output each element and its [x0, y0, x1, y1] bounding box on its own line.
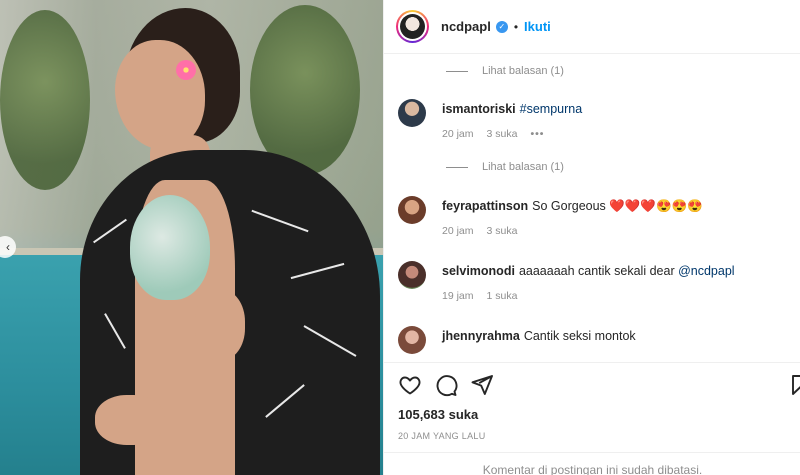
likes-count[interactable]: 105,683 suka — [398, 407, 478, 422]
comment-likes[interactable]: 1 suka — [487, 290, 518, 302]
follow-button[interactable]: Ikuti — [524, 19, 551, 34]
comment-text: jhennyrahma Cantik seksi montok — [442, 328, 636, 344]
heart-icon[interactable] — [398, 373, 422, 397]
comment-icon[interactable] — [434, 373, 458, 397]
post-username[interactable]: ncdpapl — [441, 19, 491, 34]
comment-meta: 19 jam 1 suka — [442, 290, 530, 302]
view-replies-button[interactable]: Lihat balasan (1) — [446, 161, 564, 173]
bookmark-icon[interactable] — [789, 373, 800, 397]
comment-username[interactable]: selvimonodi — [442, 264, 515, 278]
comment-body: aaaaaaah cantik sekali dear — [518, 264, 679, 278]
plant-left — [0, 10, 90, 190]
comment-meta: 20 jam 3 suka — [442, 225, 530, 237]
comment-meta: 20 jam 3 suka ••• — [442, 128, 557, 140]
comment-time: 20 jam — [442, 225, 474, 237]
comment-username[interactable]: feyrapattinson — [442, 199, 528, 213]
post-sidebar: ncdpapl ✓ • Ikuti Lihat balasan (1) isma… — [383, 0, 800, 475]
comment-time: 19 jam — [442, 290, 474, 302]
bikini-top — [130, 195, 210, 300]
replies-line — [446, 166, 468, 168]
avatar[interactable] — [398, 261, 426, 289]
comment-text: selvimonodi aaaaaaah cantik sekali dear @… — [442, 263, 735, 279]
share-icon[interactable] — [470, 373, 494, 397]
plant-right — [250, 5, 360, 175]
chevron-left-icon: ‹ — [6, 240, 10, 254]
arm — [195, 290, 245, 360]
view-replies-label: Lihat balasan (1) — [482, 65, 564, 77]
comment-likes[interactable]: 3 suka — [487, 128, 518, 140]
action-bar — [384, 362, 800, 404]
hashtag-link[interactable]: #sempurna — [520, 102, 583, 116]
verified-icon: ✓ — [495, 20, 508, 33]
avatar[interactable] — [398, 326, 426, 354]
replies-line — [446, 70, 468, 72]
comment-username[interactable]: jhennyrahma — [442, 329, 520, 343]
comments-closed-notice: Komentar di postingan ini sudah dibatasi… — [384, 452, 800, 475]
comments-list[interactable]: Lihat balasan (1) ismantoriski #sempurna … — [384, 55, 800, 360]
separator-dot: • — [513, 19, 519, 34]
flower — [176, 60, 196, 80]
comment-text: feyrapattinson So Gorgeous ❤️❤️❤️😍😍😍 — [442, 198, 703, 214]
view-replies-button[interactable]: Lihat balasan (1) — [446, 65, 564, 77]
comment-body: So Gorgeous ❤️❤️❤️😍😍😍 — [532, 199, 703, 213]
more-options-icon[interactable]: ••• — [530, 128, 544, 140]
avatar[interactable] — [396, 10, 429, 43]
post-photo[interactable]: ‹ — [0, 0, 383, 475]
post-timestamp[interactable]: 20 JAM YANG LALU — [398, 431, 486, 441]
comment-text: ismantoriski #sempurna — [442, 101, 582, 117]
mention-link[interactable]: @ncdpapl — [678, 264, 734, 278]
post-header: ncdpapl ✓ • Ikuti — [384, 0, 800, 54]
comment-time: 20 jam — [442, 128, 474, 140]
comment-body: Cantik seksi montok — [523, 329, 636, 343]
view-replies-label: Lihat balasan (1) — [482, 161, 564, 173]
avatar[interactable] — [398, 99, 426, 127]
hand — [95, 395, 165, 445]
comment-likes[interactable]: 3 suka — [487, 225, 518, 237]
avatar[interactable] — [398, 196, 426, 224]
comment-username[interactable]: ismantoriski — [442, 102, 516, 116]
